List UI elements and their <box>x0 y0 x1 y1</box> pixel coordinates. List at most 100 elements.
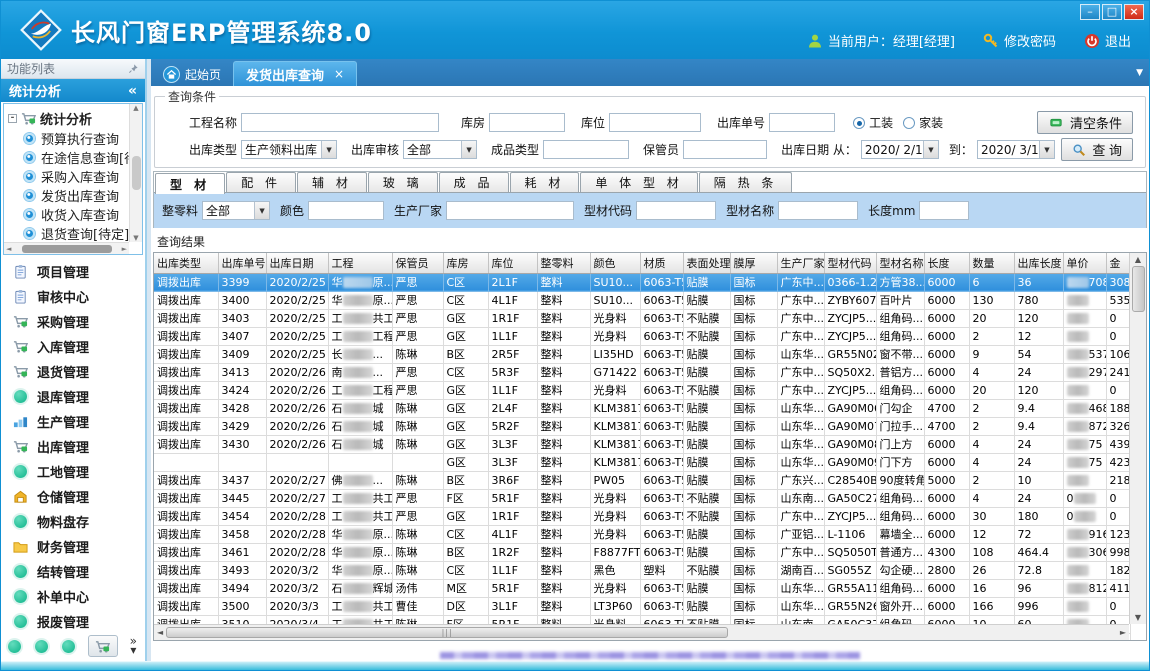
material-tab-6[interactable]: 耗 材 <box>510 172 580 192</box>
grid-horizontal-scrollbar[interactable]: ◄|||► <box>154 624 1129 640</box>
column-header[interactable]: 型材代码 <box>824 253 876 273</box>
column-header[interactable]: 出库单号 <box>218 253 266 273</box>
column-header[interactable]: 生产厂家 <box>777 253 824 273</box>
dropdown-arrow-icon[interactable]: ▼ <box>1039 141 1054 158</box>
material-tab-3[interactable]: 辅 材 <box>297 172 367 192</box>
tree-vertical-scrollbar[interactable]: ▲▼ <box>129 104 142 242</box>
sidebar-module-入库管理[interactable]: 入库管理 <box>13 336 145 358</box>
sidebar-module-报废管理[interactable]: 报废管理 <box>13 610 145 632</box>
pin-icon[interactable] <box>128 63 139 74</box>
material-tab-8[interactable]: 隔 热 条 <box>699 172 793 192</box>
table-row[interactable]: 调拨出库34282020/2/26石城陈琳G区2L4F整料KLM38176063… <box>154 399 1130 417</box>
column-header[interactable]: 整零料 <box>537 253 590 273</box>
column-header[interactable]: 膜厚 <box>730 253 777 273</box>
column-header[interactable]: 长度 <box>924 253 969 273</box>
column-header[interactable]: 单价 <box>1063 253 1106 273</box>
table-row[interactable]: 调拨出库34542020/2/28工共工程严思G区1R1F整料光身料6063-T… <box>154 507 1130 525</box>
table-row[interactable]: 调拨出库34032020/2/25工共工程严思G区1R1F整料光身料6063-T… <box>154 309 1130 327</box>
table-row[interactable]: 调拨出库34132020/2/26南...严思C区5R3F整料G71422606… <box>154 363 1130 381</box>
sidebar-module-财务管理[interactable]: 财务管理 <box>13 535 145 557</box>
material-tab-1[interactable]: 型 材 <box>155 173 225 194</box>
table-row[interactable]: G区3L3F整料KLM38176063-T5贴膜国标山东华...GA90M09.… <box>154 453 1130 471</box>
module-dot-icon[interactable] <box>8 640 21 653</box>
material-tab-4[interactable]: 玻 璃 <box>368 172 438 192</box>
radio-gongzhuang-icon[interactable] <box>853 117 865 129</box>
module-dot-icon[interactable] <box>62 640 75 653</box>
column-header[interactable]: 出库日期 <box>266 253 328 273</box>
table-row[interactable]: 调拨出库34092020/2/25长...陈琳B区2R5F整料LI35HD606… <box>154 345 1130 363</box>
column-header[interactable]: 出库长度 <box>1014 253 1063 273</box>
sidebar-module-结转管理[interactable]: 结转管理 <box>13 560 145 582</box>
tab-home[interactable]: 起始页 <box>151 62 233 86</box>
table-row[interactable]: 调拨出库34302020/2/26石城陈琳G区3L3F整料KLM38176063… <box>154 435 1130 453</box>
sidebar-module-项目管理[interactable]: 项目管理 <box>13 261 145 283</box>
column-header[interactable]: 库位 <box>488 253 537 273</box>
out-type-select[interactable]: 生产领料出库▼ <box>241 140 337 159</box>
dropdown-arrow-icon[interactable]: ▼ <box>254 202 269 219</box>
audit-select[interactable]: 全部▼ <box>403 140 477 159</box>
table-row[interactable]: 调拨出库34242020/2/26工工程严思G区1L1F整料光身料6063-T5… <box>154 381 1130 399</box>
table-row[interactable]: 调拨出库34452020/2/27工共工程严思F区5R1F整料光身料6063-T… <box>154 489 1130 507</box>
profile-name-input[interactable] <box>778 201 858 220</box>
search-button[interactable]: 查 询 <box>1061 138 1133 161</box>
logout-button[interactable]: 退出 <box>1084 31 1131 50</box>
tree-item[interactable]: 预算执行查询 <box>8 129 140 148</box>
tree-item[interactable]: 收货入库查询 <box>8 205 140 224</box>
tab-list-dropdown-icon[interactable]: ▼ <box>1136 68 1143 78</box>
clear-conditions-button[interactable]: 清空条件 <box>1037 111 1133 134</box>
sidebar-module-审核中心[interactable]: 审核中心 <box>13 286 145 308</box>
column-header[interactable]: 型材名称 <box>876 253 924 273</box>
sidebar-module-出库管理[interactable]: 出库管理 <box>13 436 145 458</box>
project-name-input[interactable] <box>241 113 439 132</box>
collapse-icon[interactable]: « <box>128 83 137 99</box>
table-row[interactable]: 调拨出库33992020/2/25华原...严思C区2L1F整料SU10...6… <box>154 273 1130 291</box>
minimize-button[interactable]: – <box>1080 4 1100 20</box>
table-row[interactable]: 调拨出库34612020/2/28华原...陈琳B区1R2F整料F8877FT6… <box>154 543 1130 561</box>
date-to-picker[interactable]: 2020/ 3/16▼ <box>977 140 1055 159</box>
column-header[interactable]: 出库类型 <box>154 253 218 273</box>
tab-shipment-outbound-query[interactable]: 发货出库查询 × <box>233 61 357 86</box>
grid-vertical-scrollbar[interactable]: ▲▼ <box>1129 253 1146 624</box>
date-from-picker[interactable]: 2020/ 2/16▼ <box>861 140 939 159</box>
keeper-input[interactable] <box>683 140 767 159</box>
material-tab-2[interactable]: 配 件 <box>226 172 296 192</box>
material-tab-7[interactable]: 单 体 型 材 <box>580 172 697 192</box>
table-row[interactable]: 调拨出库34372020/2/27佛...陈琳B区3R6F整料PW056063-… <box>154 471 1130 489</box>
radio-gongzhuang[interactable]: 工装 <box>853 114 893 131</box>
table-row[interactable]: 调拨出库34002020/2/25华原...严思C区4L1F整料SU10...6… <box>154 291 1130 309</box>
tree-item[interactable]: 在途信息查询[待 <box>8 148 140 167</box>
tree-item[interactable]: 退货查询[待定] <box>8 224 140 243</box>
module-cart-button[interactable] <box>88 635 118 657</box>
length-input[interactable] <box>919 201 969 220</box>
sidebar-module-补单中心[interactable]: 补单中心 <box>13 585 145 607</box>
color-input[interactable] <box>308 201 384 220</box>
column-header[interactable]: 材质 <box>640 253 683 273</box>
table-row[interactable]: 调拨出库34582020/2/28华原...陈琳C区4L1F整料光身料6063-… <box>154 525 1130 543</box>
tab-close-icon[interactable]: × <box>334 67 344 81</box>
sidebar-module-采购管理[interactable]: 采购管理 <box>13 311 145 333</box>
sidebar-module-退库管理[interactable]: 退库管理 <box>13 386 145 408</box>
order-no-input[interactable] <box>769 113 835 132</box>
close-button[interactable]: × <box>1124 4 1144 20</box>
sidebar-module-退货管理[interactable]: 退货管理 <box>13 361 145 383</box>
module-dot-icon[interactable] <box>35 640 48 653</box>
sidebar-module-生产管理[interactable]: 生产管理 <box>13 411 145 433</box>
table-row[interactable]: 调拨出库35002020/3/3工共工程曹佳D区3L1F整料LT3P606063… <box>154 597 1130 615</box>
radio-jiazhuang[interactable]: 家装 <box>903 114 943 131</box>
radio-jiazhuang-icon[interactable] <box>903 117 915 129</box>
product-type-input[interactable] <box>543 140 629 159</box>
maker-input[interactable] <box>446 201 574 220</box>
whole-part-select[interactable]: 全部▼ <box>202 201 270 220</box>
tree-horizontal-scrollbar[interactable]: ◄► <box>4 242 129 254</box>
column-header[interactable]: 数量 <box>969 253 1014 273</box>
tree-item[interactable]: 采购入库查询 <box>8 167 140 186</box>
material-tab-5[interactable]: 成 品 <box>439 172 509 192</box>
column-header[interactable]: 保管员 <box>392 253 443 273</box>
location-input[interactable] <box>609 113 701 132</box>
column-header[interactable]: 工程 <box>328 253 392 273</box>
warehouse-input[interactable] <box>489 113 565 132</box>
tree-expander-icon[interactable]: - <box>8 114 17 123</box>
table-row[interactable]: 调拨出库34942020/3/2石辉城汤伟M区5R1F整料光身料6063-T5贴… <box>154 579 1130 597</box>
tree-root-statistics[interactable]: - 统计分析 <box>8 107 140 129</box>
tree-item[interactable]: 发货出库查询 <box>8 186 140 205</box>
